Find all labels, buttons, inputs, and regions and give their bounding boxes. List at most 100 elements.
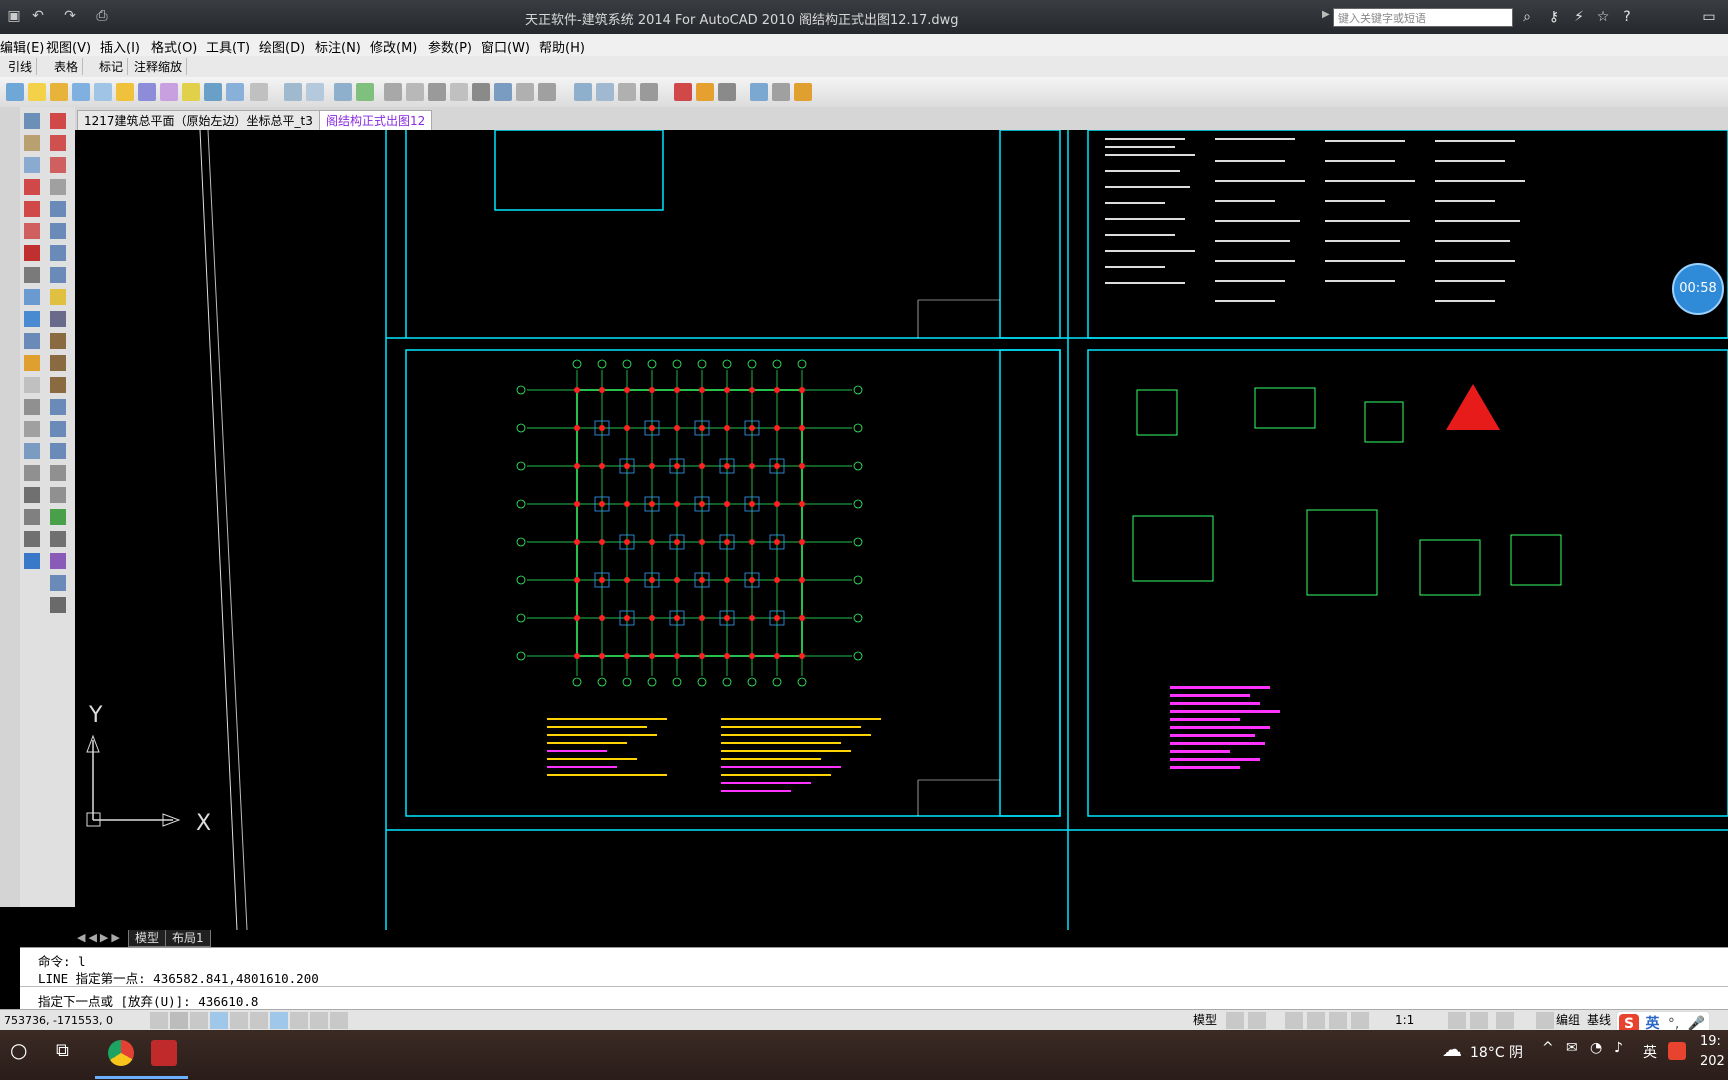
help-search-input[interactable]: 键入关键字或短语 bbox=[1333, 8, 1513, 27]
bulb-icon[interactable] bbox=[28, 83, 46, 101]
key-icon[interactable]: ⚷ bbox=[1545, 8, 1563, 26]
chrome-icon[interactable] bbox=[108, 1040, 134, 1066]
building-icon[interactable] bbox=[640, 83, 658, 101]
undo-icon[interactable]: ↶ bbox=[28, 8, 48, 26]
pencil-icon[interactable] bbox=[696, 83, 714, 101]
eye-icon[interactable] bbox=[718, 83, 736, 101]
menu-view[interactable]: 视图(V) bbox=[46, 37, 91, 56]
axis-icon[interactable] bbox=[384, 83, 402, 101]
otrack-toggle-icon[interactable] bbox=[250, 1012, 268, 1029]
menu-window[interactable]: 窗口(W) bbox=[481, 37, 530, 56]
annotation-scale[interactable]: 1:1 bbox=[1395, 1012, 1414, 1029]
tray-volume-icon[interactable]: ♪ bbox=[1614, 1040, 1623, 1056]
lock-icon[interactable] bbox=[138, 83, 156, 101]
osnap-toggle-icon[interactable] bbox=[230, 1012, 248, 1029]
wall-icon[interactable] bbox=[428, 83, 446, 101]
recording-timer[interactable]: 00:58 bbox=[1672, 263, 1724, 315]
leader-dropdown[interactable]: 引线 bbox=[4, 58, 38, 75]
mark-button[interactable]: 标记 bbox=[95, 58, 129, 75]
menu-dimension[interactable]: 标注(N) bbox=[315, 37, 361, 56]
redo-icon[interactable]: ↷ bbox=[60, 8, 80, 26]
pan-icon[interactable] bbox=[1285, 1012, 1303, 1029]
layer-prev-icon[interactable] bbox=[250, 83, 268, 101]
search-circle-icon[interactable]: ○ bbox=[10, 1038, 27, 1062]
layer-state-icon[interactable] bbox=[182, 83, 200, 101]
layout-view-icon[interactable] bbox=[1226, 1012, 1244, 1029]
column-icon[interactable] bbox=[406, 83, 424, 101]
menu-modify[interactable]: 修改(M) bbox=[370, 37, 417, 56]
drawing-canvas[interactable]: Y X bbox=[75, 130, 1728, 930]
index-icon[interactable] bbox=[538, 83, 556, 101]
layer-match-icon[interactable] bbox=[226, 83, 244, 101]
freeze-icon[interactable] bbox=[72, 83, 90, 101]
menu-help[interactable]: 帮助(H) bbox=[539, 37, 585, 56]
polar-toggle-icon[interactable] bbox=[210, 1012, 228, 1029]
command-input[interactable]: 指定下一点或 [放弃(U)]: 436610.8 bbox=[38, 991, 258, 1010]
image-icon[interactable] bbox=[356, 83, 374, 101]
viewport-icon[interactable] bbox=[306, 83, 324, 101]
quick-props-icon[interactable] bbox=[310, 1012, 328, 1029]
showmotion-icon[interactable] bbox=[1351, 1012, 1369, 1029]
ortho-toggle-icon[interactable] bbox=[190, 1012, 208, 1029]
tray-ime-lang[interactable]: 英 bbox=[1643, 1042, 1657, 1062]
menu-edit[interactable]: 编辑(E) bbox=[0, 37, 44, 56]
baseline-button[interactable]: 基线 bbox=[1587, 1012, 1611, 1029]
elevation-icon[interactable] bbox=[516, 83, 534, 101]
grid-icon[interactable] bbox=[574, 83, 592, 101]
layout-view2-icon[interactable] bbox=[1248, 1012, 1266, 1029]
autocad-icon[interactable] bbox=[151, 1040, 177, 1066]
auto-scale-icon[interactable] bbox=[1470, 1012, 1488, 1029]
annotation-scale-button[interactable]: 注释缩放 bbox=[130, 58, 188, 75]
tray-sogou-icon[interactable] bbox=[1668, 1042, 1686, 1060]
tray-mail-icon[interactable]: ✉ bbox=[1566, 1040, 1578, 1056]
text-a-icon[interactable] bbox=[472, 83, 490, 101]
edit-group-button[interactable]: 编组 bbox=[1556, 1012, 1580, 1029]
steering-wheel-icon[interactable] bbox=[1329, 1012, 1347, 1029]
menu-format[interactable]: 格式(O) bbox=[151, 37, 197, 56]
annotation-visibility-icon[interactable] bbox=[1448, 1012, 1466, 1029]
table-insert-icon[interactable] bbox=[334, 83, 352, 101]
tab-nav-arrows-icon[interactable]: ◀◀▶▶ bbox=[77, 931, 123, 944]
grid-toggle-icon[interactable] bbox=[170, 1012, 188, 1029]
door-icon[interactable] bbox=[450, 83, 468, 101]
unlock-icon[interactable] bbox=[160, 83, 178, 101]
tab-site-plan[interactable]: 1217建筑总平面（原始左边）坐标总平_t3 bbox=[77, 110, 320, 131]
tray-wifi-icon[interactable]: ◔ bbox=[1590, 1040, 1602, 1056]
menu-insert[interactable]: 插入(I) bbox=[100, 37, 140, 56]
frame-icon[interactable] bbox=[772, 83, 790, 101]
snap-toggle-icon[interactable] bbox=[150, 1012, 168, 1029]
help-icon[interactable]: ? bbox=[1618, 8, 1636, 26]
cloud-weather-icon[interactable]: ☁ bbox=[1442, 1037, 1462, 1061]
task-view-icon[interactable]: ⧉ bbox=[56, 1040, 69, 1061]
freeze-vp-icon[interactable] bbox=[94, 83, 112, 101]
signal-icon[interactable]: ⚡ bbox=[1570, 8, 1588, 26]
calc-icon[interactable] bbox=[750, 83, 768, 101]
tab-structure-drawing[interactable]: 阁结构正式出图12 bbox=[319, 110, 433, 131]
menu-parameter[interactable]: 参数(P) bbox=[428, 37, 472, 56]
hatch-icon[interactable] bbox=[596, 83, 614, 101]
tab-model[interactable]: 模型 bbox=[128, 930, 167, 947]
tray-chevron-icon[interactable]: ^ bbox=[1542, 1040, 1554, 1056]
search-arrow-icon[interactable]: ▶ bbox=[1322, 9, 1330, 20]
lock-ui-icon[interactable] bbox=[1536, 1012, 1554, 1029]
sun-icon[interactable] bbox=[50, 83, 68, 101]
menu-tools[interactable]: 工具(T) bbox=[206, 37, 250, 56]
app-menu-icon[interactable]: ▣ bbox=[4, 8, 24, 26]
multiline-text-icon[interactable] bbox=[494, 83, 512, 101]
dynamic-input-icon[interactable] bbox=[270, 1012, 288, 1029]
minimize-icon[interactable]: ▭ bbox=[1700, 8, 1718, 26]
model-button[interactable]: 模型 bbox=[1193, 1012, 1217, 1029]
eraser-icon[interactable] bbox=[674, 83, 692, 101]
tab-layout1[interactable]: 布局1 bbox=[165, 930, 211, 947]
layer-stack-icon[interactable] bbox=[204, 83, 222, 101]
workspace-gear-icon[interactable] bbox=[1496, 1012, 1514, 1029]
menu-draw[interactable]: 绘图(D) bbox=[259, 37, 305, 56]
table-dropdown[interactable]: 表格 bbox=[50, 58, 84, 75]
block-icon[interactable] bbox=[618, 83, 636, 101]
clock-time[interactable]: 19: bbox=[1700, 1034, 1721, 1049]
weather-text[interactable]: 18°C 阴 bbox=[1470, 1042, 1523, 1062]
print-icon[interactable]: ⎙ bbox=[92, 8, 112, 26]
binoculars-icon[interactable]: ⌕ bbox=[1518, 8, 1536, 26]
model-space-icon[interactable] bbox=[330, 1012, 348, 1029]
clock-date[interactable]: 202 bbox=[1700, 1054, 1725, 1069]
